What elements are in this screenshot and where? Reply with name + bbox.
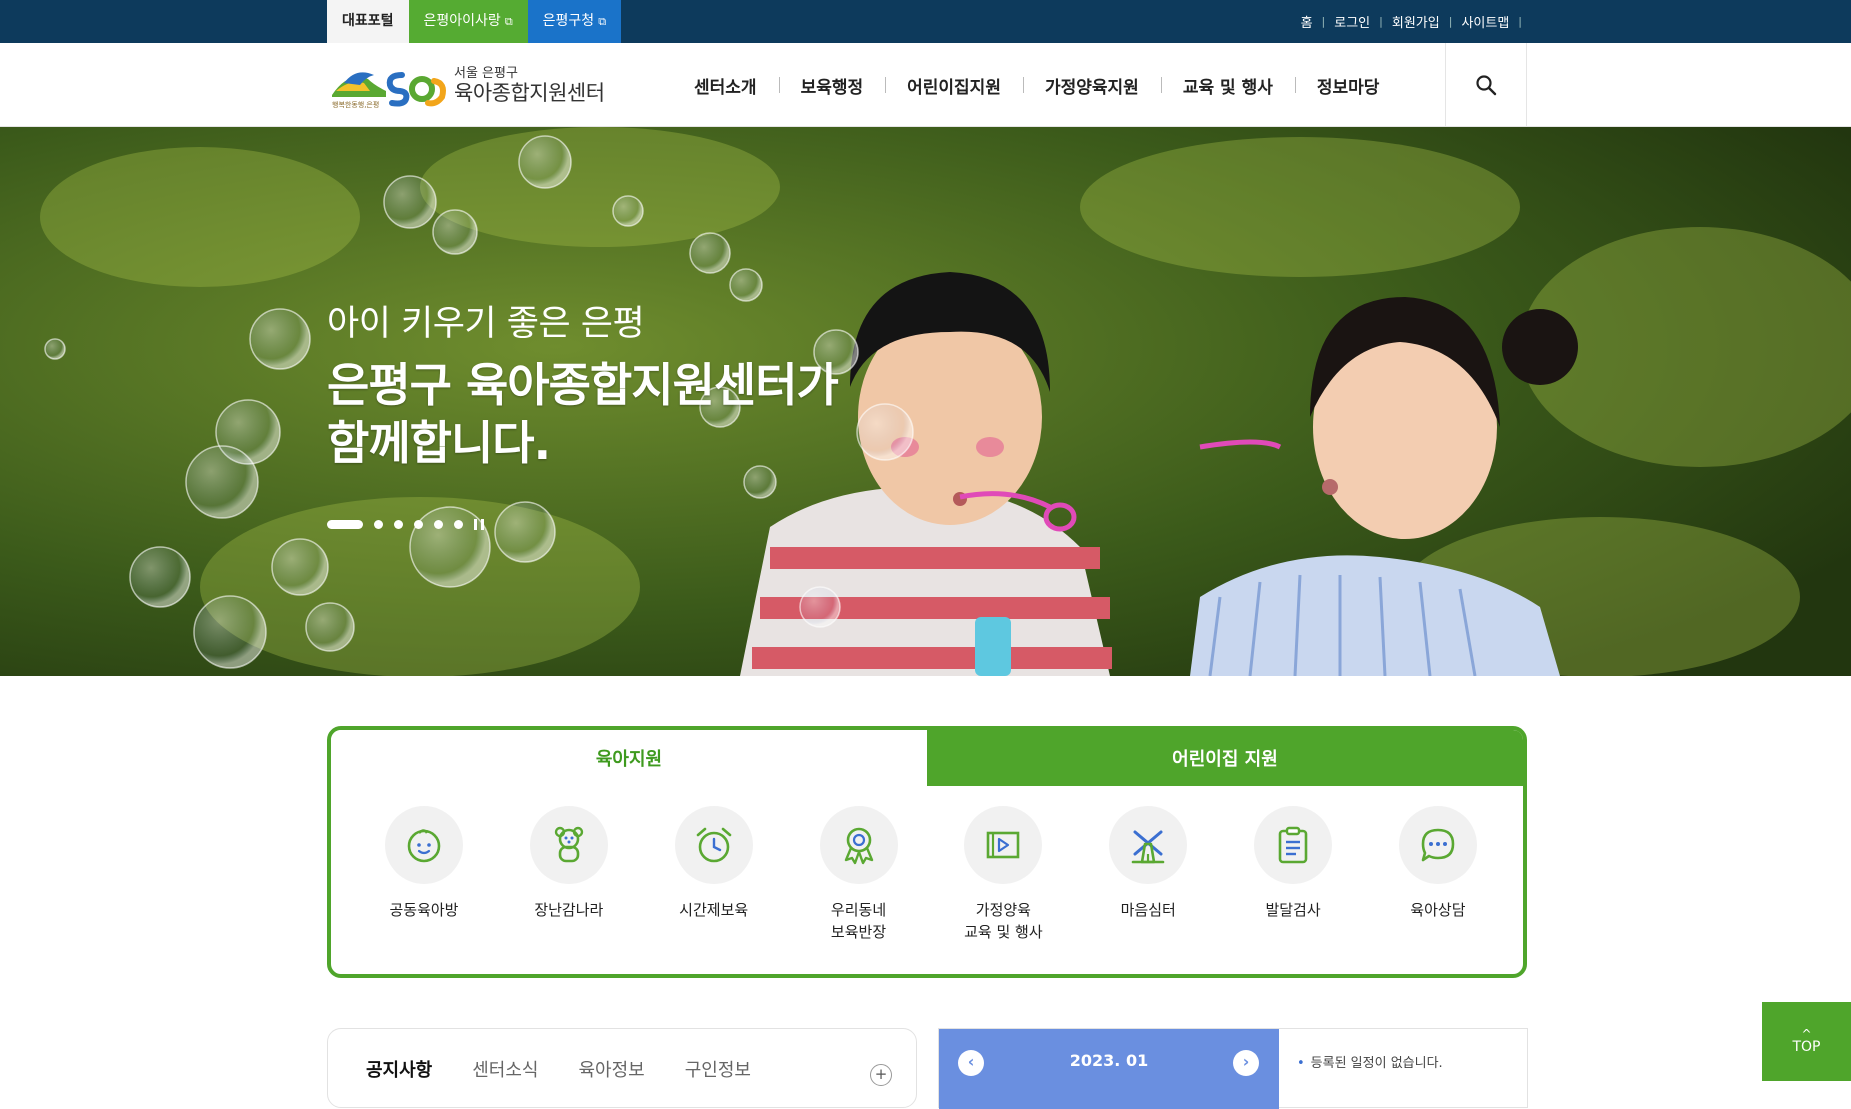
site-header: 행복한동행,은평 서울 은평구 육아종합지원센터 센터소개 보육행정 어린이집지… — [0, 43, 1851, 127]
slide-pagination — [327, 519, 484, 530]
support-item-label: 발달검사 — [1265, 901, 1321, 919]
tab-parenting-support[interactable]: 육아지원 — [331, 730, 927, 786]
news-board: 공지사항 센터소식 육아정보 구인정보 + — [327, 1028, 917, 1108]
hero-title-line: 함께합니다. — [327, 416, 551, 470]
divider: | — [1448, 15, 1453, 28]
scroll-top-button[interactable]: ^ TOP — [1762, 1002, 1851, 1081]
sitemap-link[interactable]: 사이트맵 — [1461, 12, 1509, 31]
site-logo[interactable]: 행복한동행,은평 서울 은평구 육아종합지원센터 — [330, 61, 605, 111]
next-month-button[interactable]: › — [1233, 1050, 1259, 1076]
support-item-development-test[interactable]: 발달검사 — [1238, 806, 1348, 943]
support-item-hourly-care[interactable]: 시간제보육 — [659, 806, 769, 943]
calendar-month: 2023. 01 — [1069, 1051, 1149, 1070]
search-button[interactable] — [1445, 43, 1527, 127]
teddy-bear-icon — [554, 826, 584, 863]
divider: | — [1379, 15, 1383, 28]
support-item-label: 마음심터 — [1120, 901, 1176, 919]
tab-center-news[interactable]: 센터소식 — [472, 1056, 538, 1082]
schedule-calendar: ‹ 2023. 01 › 등록된 일정이 없습니다. — [938, 1028, 1528, 1109]
portal-tab-label: 은평아이사랑 — [423, 13, 501, 29]
nav-daycare-support[interactable]: 어린이집지원 — [885, 73, 1023, 98]
support-item-mind-shelter[interactable]: 마음심터 — [1093, 806, 1203, 943]
schedule-empty-message: 등록된 일정이 없습니다. — [1297, 1052, 1443, 1071]
portal-tab-main[interactable]: 대표포털 — [327, 0, 409, 43]
logo-mark-icon: 행복한동행,은평 — [330, 61, 448, 111]
support-item-label: 시간제보육 — [679, 901, 749, 919]
baby-face-icon — [407, 829, 441, 863]
hero-banner: 아이 키우기 좋은 은평 은평구 육아종합지원센터가 함께합니다. — [0, 127, 1851, 676]
slide-dot[interactable] — [434, 520, 443, 529]
hero-title-line: 은평구 육아종합지원센터가 — [327, 358, 839, 412]
login-link[interactable]: 로그인 — [1334, 12, 1370, 31]
divider: | — [1321, 15, 1326, 28]
support-item-label: 우리동네 보육반장 — [830, 901, 887, 941]
hero-text: 아이 키우기 좋은 은평 은평구 육아종합지원센터가 함께합니다. — [327, 295, 839, 472]
news-tabs: 공지사항 센터소식 육아정보 구인정보 — [328, 1029, 916, 1082]
tab-daycare-support[interactable]: 어린이집 지원 — [927, 730, 1523, 786]
more-button[interactable]: + — [870, 1064, 892, 1086]
support-item-shared-playroom[interactable]: 공동육아방 — [369, 806, 479, 943]
support-item-label: 장난감나라 — [534, 901, 604, 919]
main-navigation: 센터소개 보육행정 어린이집지원 가정양육지원 교육 및 행사 정보마당 — [672, 43, 1401, 127]
portal-tab-label: 대표포털 — [342, 13, 394, 29]
nav-home-parenting[interactable]: 가정양육지원 — [1022, 73, 1161, 98]
support-item-parenting-counsel[interactable]: 육아상담 — [1383, 806, 1493, 943]
portal-tab-eunpyeong-love[interactable]: 은평아이사랑 ⧉ — [408, 0, 528, 43]
windmill-icon — [1131, 830, 1165, 864]
portal-tab-district-office[interactable]: 은평구청 ⧉ — [527, 0, 622, 43]
clipboard-icon — [1278, 826, 1308, 864]
calendar-header: ‹ 2023. 01 › — [939, 1029, 1279, 1109]
logo-tagline: 행복한동행,은평 — [332, 100, 379, 109]
hero-subtitle: 아이 키우기 좋은 은평 — [327, 304, 645, 344]
nav-info[interactable]: 정보마당 — [1294, 73, 1402, 98]
support-item-neighborhood-leader[interactable]: 우리동네 보육반장 — [804, 806, 914, 943]
logo-title: 육아종합지원센터 — [454, 81, 605, 105]
top-utility-bar: 대표포털 은평아이사랑 ⧉ 은평구청 ⧉ 홈 | 로그인 | 회원가입 | 사이트맵 | — [0, 0, 1851, 43]
arrow-up-icon: ^ — [1801, 1026, 1812, 1041]
support-item-home-education[interactable]: 가정양육 교육 및 행사 — [948, 806, 1058, 943]
support-item-label: 공동육아방 — [389, 901, 459, 919]
hero-title: 은평구 육아종합지원센터가 함께합니다. — [327, 356, 839, 472]
external-link-icon: ⧉ — [598, 15, 607, 28]
video-play-icon — [987, 831, 1020, 859]
top-button-label: TOP — [1792, 1038, 1821, 1055]
portal-tab-label: 은평구청 — [542, 13, 595, 29]
hero-background-image — [0, 127, 1851, 676]
support-item-toy-library[interactable]: 장난감나라 — [514, 806, 624, 943]
signup-link[interactable]: 회원가입 — [1392, 12, 1440, 31]
chat-bubble-icon — [1421, 828, 1455, 862]
logo-subtitle: 서울 은평구 — [454, 66, 518, 81]
tab-parenting-info[interactable]: 육아정보 — [579, 1056, 645, 1082]
slide-dot[interactable] — [394, 520, 403, 529]
home-link[interactable]: 홈 — [1301, 12, 1313, 31]
pause-icon[interactable] — [474, 519, 484, 530]
support-panel: 육아지원 어린이집 지원 공동육아방 장난감나라 시간제보육 우리동네 보육반장… — [327, 726, 1527, 978]
nav-childcare-admin[interactable]: 보육행정 — [778, 73, 886, 98]
slide-dot[interactable] — [454, 520, 463, 529]
badge-icon — [844, 827, 873, 865]
search-icon — [1476, 75, 1497, 96]
slide-dot[interactable] — [374, 520, 383, 529]
portal-tabs: 대표포털 은평아이사랑 ⧉ 은평구청 ⧉ — [327, 0, 622, 43]
tab-job-info[interactable]: 구인정보 — [685, 1056, 751, 1082]
utility-links: 홈 | 로그인 | 회원가입 | 사이트맵 | — [1301, 0, 1531, 43]
slide-dot[interactable] — [414, 520, 423, 529]
external-link-icon: ⧉ — [504, 15, 513, 28]
alarm-clock-icon — [696, 827, 731, 863]
nav-center-intro[interactable]: 센터소개 — [672, 73, 779, 98]
support-item-label: 가정양육 교육 및 행사 — [964, 901, 1043, 941]
support-tabs: 육아지원 어린이집 지원 — [331, 730, 1523, 786]
tab-notice[interactable]: 공지사항 — [366, 1056, 432, 1082]
nav-education-events[interactable]: 교육 및 행사 — [1160, 73, 1295, 98]
slide-dot[interactable] — [327, 520, 363, 529]
support-menu: 공동육아방 장난감나라 시간제보육 우리동네 보육반장 가정양육 교육 및 행사… — [331, 786, 1523, 943]
support-item-label: 육아상담 — [1410, 901, 1466, 919]
divider: | — [1518, 15, 1522, 28]
